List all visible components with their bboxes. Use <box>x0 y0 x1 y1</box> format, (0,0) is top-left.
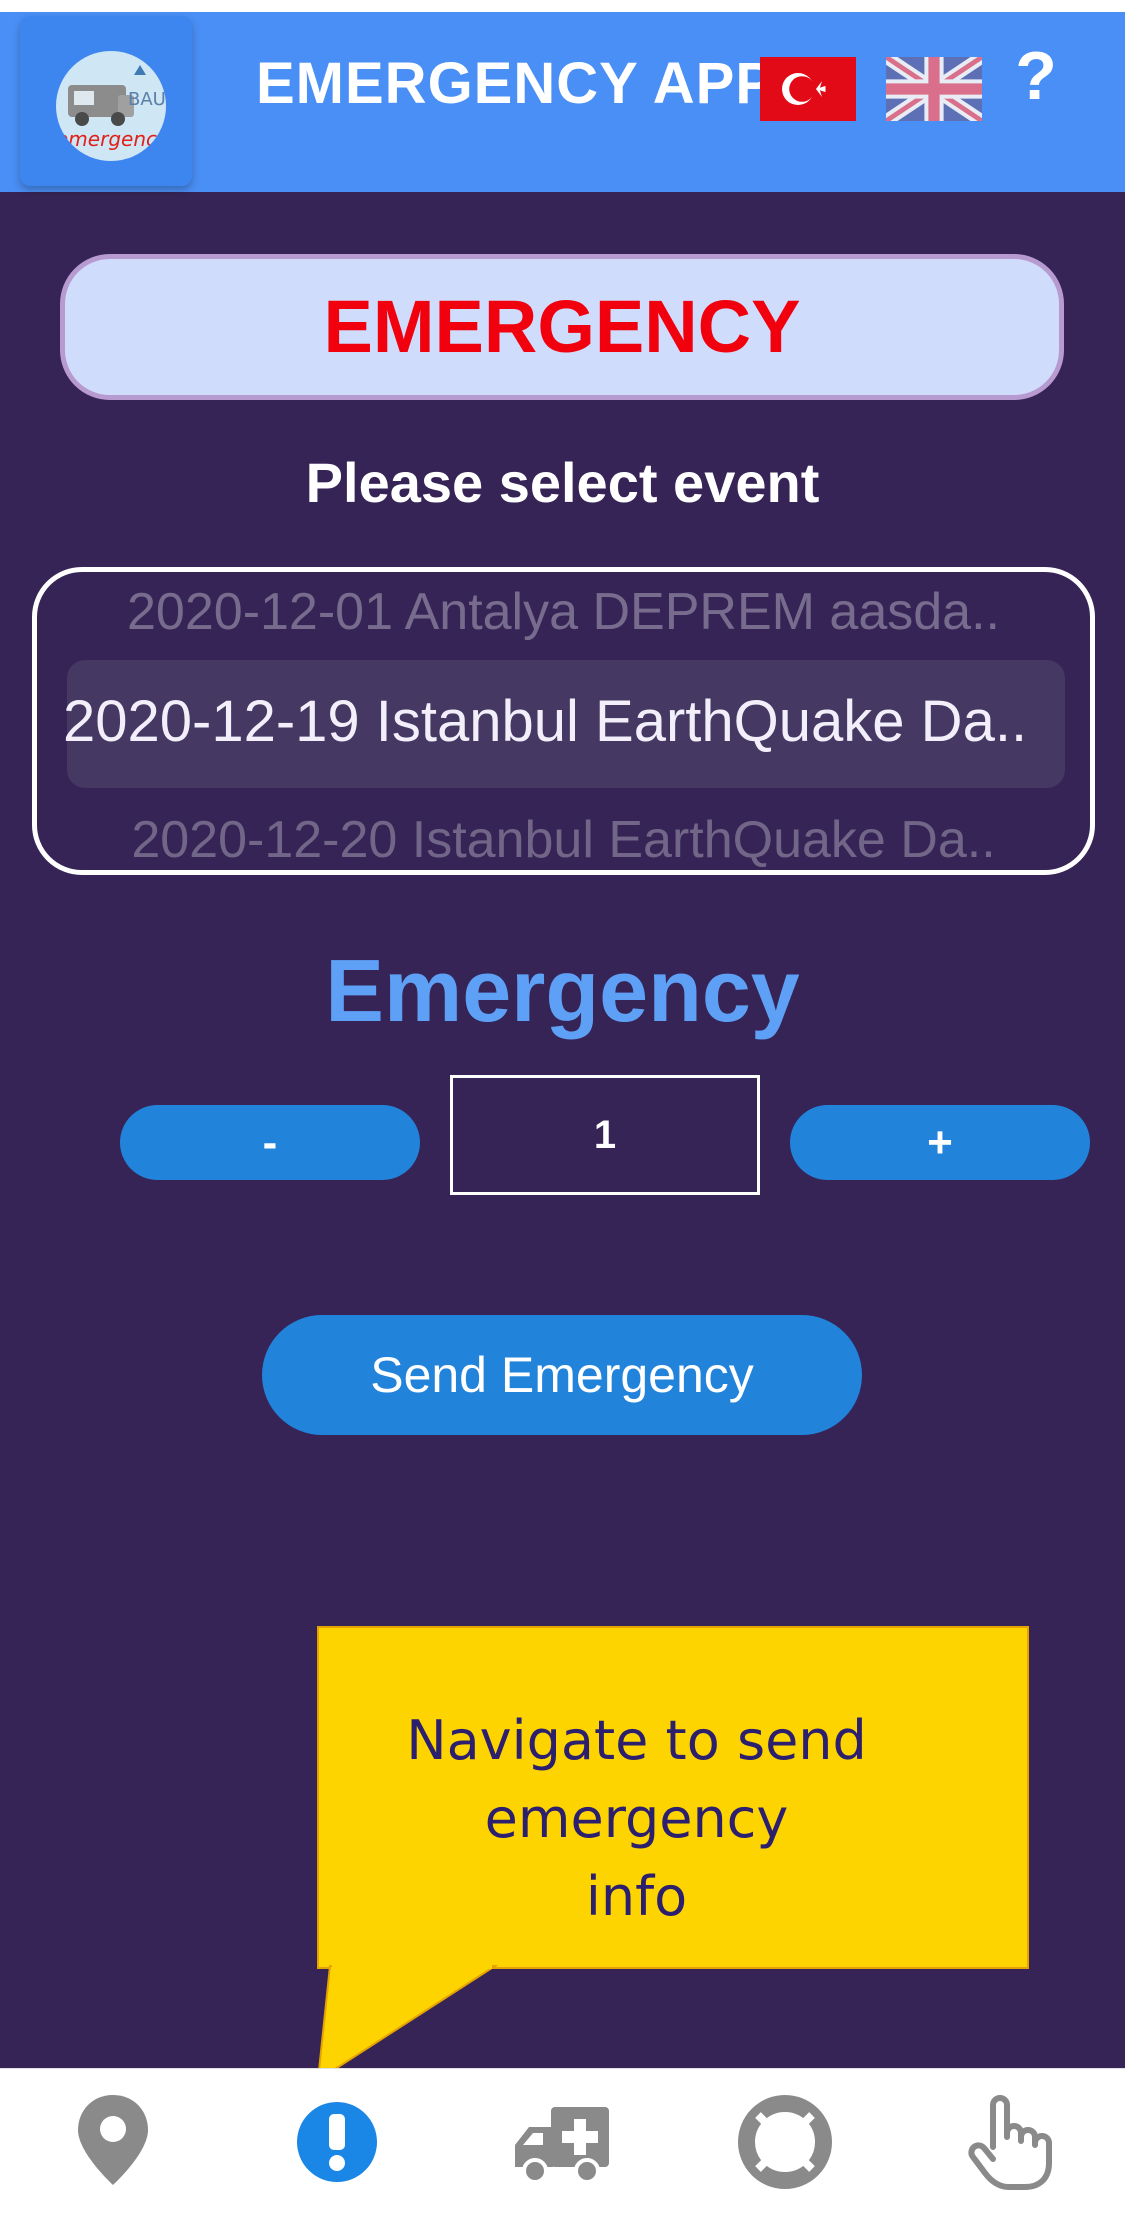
bottom-tab-bar <box>0 2068 1125 2217</box>
tab-location[interactable] <box>58 2087 168 2197</box>
increment-button[interactable]: + <box>790 1105 1090 1180</box>
logo-text: emergency <box>56 127 166 151</box>
lifebuoy-icon <box>738 2095 832 2189</box>
callout-line-3: info <box>585 1865 688 1928</box>
event-picker[interactable]: 2020-12-01 Antalya DEPREM aasda.. 2020-1… <box>32 567 1095 875</box>
location-pin-icon <box>78 2095 148 2185</box>
emergency-banner[interactable]: EMERGENCY <box>60 254 1064 400</box>
count-input[interactable]: 1 <box>450 1075 760 1195</box>
decrement-button[interactable]: - <box>120 1105 420 1180</box>
callout-text: Navigate to send emergency info <box>319 1702 954 1936</box>
uk-flag-icon[interactable] <box>886 57 982 121</box>
ambulance-icon <box>515 2107 609 2184</box>
tab-help[interactable] <box>730 2087 840 2197</box>
send-emergency-button[interactable]: Send Emergency <box>262 1315 862 1435</box>
tab-touch[interactable] <box>955 2087 1065 2197</box>
status-strip <box>0 0 1125 12</box>
callout-pointer <box>316 1964 499 2082</box>
emergency-screen: BAU emergency EMERGENCY APP ? EMERGENCY … <box>0 0 1125 2217</box>
app-title: EMERGENCY APP <box>256 51 775 116</box>
callout-line-1: Navigate to send <box>406 1709 867 1772</box>
tab-emergency[interactable] <box>282 2087 392 2197</box>
turkish-flag-icon[interactable] <box>760 57 856 121</box>
exclamation-icon <box>297 2102 377 2182</box>
pointer-hand-icon <box>968 2095 1052 2190</box>
logo-mark: BAU <box>128 89 166 110</box>
help-button[interactable]: ? <box>1006 36 1066 116</box>
callout-line-2: emergency <box>484 1787 789 1850</box>
event-select-prompt: Please select event <box>305 451 820 514</box>
counter-title: Emergency <box>325 941 800 1040</box>
tab-ambulance[interactable] <box>507 2087 617 2197</box>
app-logo-button[interactable]: BAU emergency <box>20 16 192 186</box>
app-logo: BAU emergency <box>56 51 166 161</box>
picker-option[interactable]: 2020-12-20 Istanbul EarthQuake Da.. <box>37 810 1090 870</box>
tutorial-callout: Navigate to send emergency info <box>317 1626 1029 1969</box>
picker-option[interactable]: 2020-12-01 Antalya DEPREM aasda.. <box>37 582 1090 642</box>
app-header: BAU emergency EMERGENCY APP ? <box>0 12 1125 192</box>
picker-option-selected[interactable]: 2020-12-19 Istanbul EarthQuake Da.. <box>63 688 1073 755</box>
